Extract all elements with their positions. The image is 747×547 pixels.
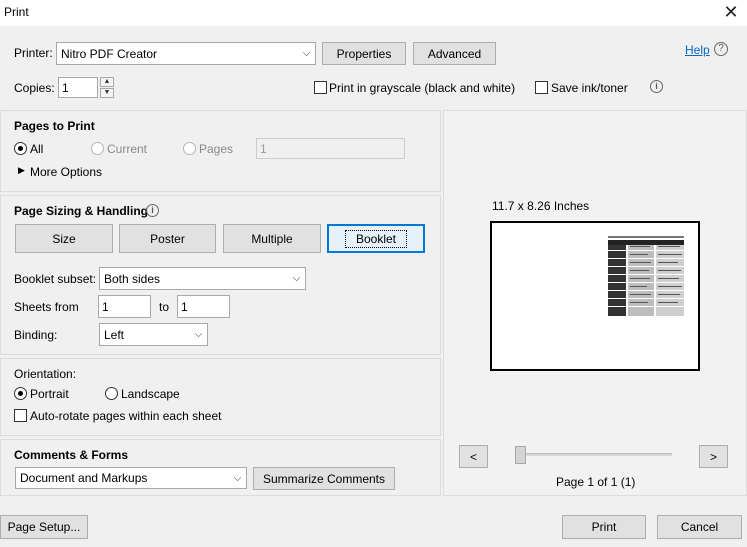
booklet-subset-value: Both sides bbox=[104, 271, 161, 286]
pages-range-input[interactable]: 1 bbox=[256, 138, 405, 159]
printer-select[interactable]: Nitro PDF Creator ⌵ bbox=[56, 42, 316, 65]
chevron-down-icon: ⌵ bbox=[292, 273, 301, 284]
advanced-button[interactable]: Advanced bbox=[413, 42, 496, 65]
properties-button[interactable]: Properties bbox=[322, 42, 406, 65]
comments-forms-title: Comments & Forms bbox=[14, 448, 129, 462]
more-options-toggle[interactable]: More Options bbox=[30, 165, 102, 179]
printer-select-value: Nitro PDF Creator bbox=[61, 46, 158, 61]
copies-label: Copies: bbox=[14, 81, 55, 95]
booklet-subset-select[interactable]: Both sides ⌵ bbox=[99, 267, 306, 290]
landscape-radio[interactable] bbox=[105, 387, 118, 400]
sheets-to-input[interactable]: 1 bbox=[177, 295, 230, 318]
title-bar bbox=[0, 0, 747, 26]
orientation-title: Orientation: bbox=[14, 367, 77, 381]
chevron-down-icon: ⌵ bbox=[194, 329, 203, 340]
binding-value: Left bbox=[104, 327, 125, 342]
close-icon[interactable]: ✕ bbox=[721, 2, 741, 22]
binding-label: Binding: bbox=[14, 328, 58, 342]
pages-all-radio[interactable] bbox=[14, 142, 27, 155]
cancel-button[interactable]: Cancel bbox=[657, 515, 742, 539]
pages-current-label: Current bbox=[107, 142, 148, 156]
page-sizing-title: Page Sizing & Handling bbox=[14, 204, 149, 218]
portrait-radio[interactable] bbox=[14, 387, 27, 400]
chevron-down-icon: ⌵ bbox=[302, 48, 311, 59]
grayscale-checkbox[interactable] bbox=[314, 81, 327, 94]
help-icon[interactable]: ? bbox=[714, 42, 728, 56]
save-ink-label: Save ink/toner bbox=[551, 81, 628, 95]
previous-page-button[interactable]: < bbox=[459, 445, 488, 468]
multiple-button[interactable]: Multiple bbox=[223, 224, 321, 253]
next-page-button[interactable]: > bbox=[699, 445, 728, 468]
auto-rotate-checkbox[interactable] bbox=[14, 409, 27, 422]
binding-select[interactable]: Left ⌵ bbox=[99, 323, 208, 346]
copies-down-icon[interactable]: ▼ bbox=[100, 88, 114, 98]
sheets-from-label: Sheets from bbox=[14, 300, 79, 314]
summarize-comments-button[interactable]: Summarize Comments bbox=[253, 467, 395, 490]
help-link[interactable]: Help bbox=[685, 43, 710, 57]
sheets-from-input[interactable]: 1 bbox=[98, 295, 151, 318]
save-ink-checkbox[interactable] bbox=[535, 81, 548, 94]
page-slider-thumb[interactable] bbox=[515, 446, 526, 464]
booklet-button[interactable]: Booklet bbox=[327, 224, 425, 253]
copies-input[interactable]: 1 bbox=[58, 77, 98, 98]
preview-thumbnail bbox=[608, 236, 684, 316]
printer-label: Printer: bbox=[14, 46, 53, 60]
pages-range-radio[interactable] bbox=[183, 142, 196, 155]
landscape-label: Landscape bbox=[121, 387, 180, 401]
sheets-to-label: to bbox=[159, 300, 170, 314]
portrait-label: Portrait bbox=[30, 387, 69, 401]
paper-size-text: 11.7 x 8.26 Inches bbox=[492, 199, 590, 213]
print-button[interactable]: Print bbox=[562, 515, 646, 539]
page-slider-track[interactable] bbox=[517, 453, 672, 456]
grayscale-label: Print in grayscale (black and white) bbox=[329, 81, 516, 95]
auto-rotate-label: Auto-rotate pages within each sheet bbox=[30, 409, 222, 423]
comments-forms-select[interactable]: Document and Markups ⌵ bbox=[15, 467, 247, 489]
pages-all-label: All bbox=[30, 142, 44, 156]
pages-range-label: Pages bbox=[199, 142, 234, 156]
page-indicator: Page 1 of 1 (1) bbox=[556, 475, 636, 489]
info-icon[interactable]: i bbox=[146, 204, 159, 217]
pages-to-print-title: Pages to Print bbox=[14, 119, 95, 133]
booklet-button-label: Booklet bbox=[344, 229, 408, 248]
booklet-subset-label: Booklet subset: bbox=[14, 272, 97, 286]
triangle-right-icon[interactable]: ▶ bbox=[18, 165, 25, 176]
poster-button[interactable]: Poster bbox=[119, 224, 216, 253]
comments-forms-value: Document and Markups bbox=[20, 471, 148, 485]
window-title: Print bbox=[4, 5, 29, 19]
size-button[interactable]: Size bbox=[15, 224, 113, 253]
chevron-down-icon: ⌵ bbox=[233, 472, 242, 484]
pages-current-radio[interactable] bbox=[91, 142, 104, 155]
info-icon[interactable]: i bbox=[650, 80, 663, 93]
page-setup-button[interactable]: Page Setup... bbox=[0, 515, 88, 539]
copies-up-icon[interactable]: ▲ bbox=[100, 77, 114, 87]
